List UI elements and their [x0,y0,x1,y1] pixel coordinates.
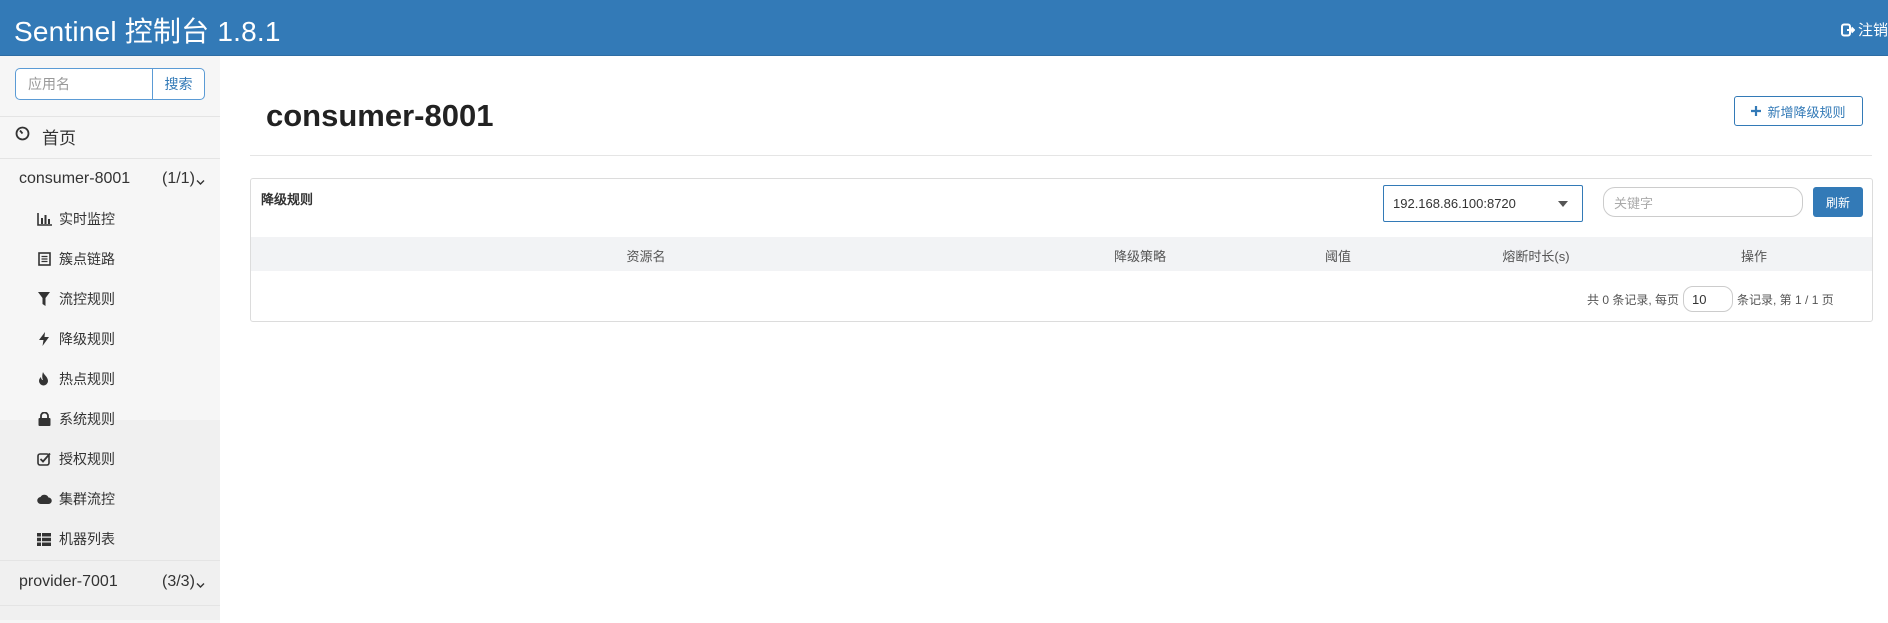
sidebar-item-cluster-flow[interactable]: 集群流控 [0,487,220,511]
sidebar-item-resource-chain[interactable]: 簇点链路 [0,247,220,271]
add-degrade-rule-button[interactable]: 新增降级规则 [1734,96,1863,126]
page-size-input[interactable]: 10 [1683,286,1734,312]
app-machine-count: (1/1) [162,170,195,187]
column-header-timewindow[interactable]: 熔断时长(s) [1502,246,1569,265]
column-header-resource[interactable]: 资源名 [626,246,665,265]
sidebar-item-hotspot-rules[interactable]: 热点规则 [0,367,220,391]
panel-title: 降级规则 [261,192,314,207]
sidebar-item-degrade-rules[interactable]: 降级规则 [0,327,220,351]
sidebar-item-auth-rules[interactable]: 授权规则 [0,447,220,471]
sidebar-item-home[interactable]: 首页 [15,125,76,148]
sidebar-item-label: 授权规则 [59,451,115,467]
keyword-search-input[interactable]: 关键字 [1603,187,1803,217]
dropdown-arrow-icon [1558,201,1568,207]
sidebar: 应用名 搜索 首页 consumer-8001 (1/1) 实时监控 簇点链路 [0,56,220,623]
column-header-strategy[interactable]: 降级策略 [1114,246,1166,265]
flash-icon [36,331,52,347]
check-icon [36,451,52,467]
filter-icon [36,291,52,307]
refresh-button[interactable]: 刷新 [1813,187,1863,217]
rules-panel: 降级规则 192.168.86.100:8720 关键字 刷新 资源名 降级策略… [250,178,1873,322]
divider [0,560,220,561]
bar-chart-icon [36,211,52,227]
app-name: consumer-8001 [19,170,131,187]
cloud-icon [36,491,52,507]
sidebar-item-label: 集群流控 [59,491,115,507]
pagination: 共 0 条记录, 每页 10 条记录, 第 1 / 1 页 [1587,286,1834,312]
pager-page-text: 条记录, 第 1 / 1 页 [1737,292,1834,307]
app-search: 应用名 搜索 [15,68,205,100]
column-header-actions: 操作 [1740,249,1768,264]
sidebar-item-label: 首页 [42,128,76,148]
sidebar-item-realtime-monitor[interactable]: 实时监控 [0,207,220,231]
sidebar-item-label: 热点规则 [59,371,115,387]
logout-label: 注销 [1857,22,1888,39]
sidebar-item-label: 实时监控 [59,211,115,227]
app-search-input[interactable]: 应用名 [15,68,152,100]
divider [0,158,220,159]
sidebar-item-label: 降级规则 [59,331,115,347]
logout-icon [1840,23,1855,37]
sidebar-item-system-rules[interactable]: 系统规则 [0,407,220,431]
pager-total-text: 共 0 条记录, 每页 [1587,292,1680,307]
brand-title[interactable]: Sentinel 控制台 1.8.1 [14,10,281,50]
chevron-down-icon [196,173,205,191]
sidebar-item-label: 系统规则 [59,411,115,427]
lock-icon [36,411,52,427]
machine-select[interactable]: 192.168.86.100:8720 [1383,185,1583,222]
add-button-label: 新增降级规则 [1767,104,1846,120]
sidebar-item-label: 簇点链路 [59,251,115,267]
page-title: consumer-8001 [266,98,494,133]
divider [0,116,220,117]
sidebar-item-flow-rules[interactable]: 流控规则 [0,287,220,311]
column-header-threshold[interactable]: 阈值 [1325,246,1351,265]
divider [0,605,220,606]
sidebar-item-label: 机器列表 [59,531,115,547]
app-machine-count: (3/3) [162,573,195,590]
plus-icon [1751,104,1762,119]
app-name: provider-7001 [19,573,118,590]
divider [250,155,1872,156]
machine-select-value: 192.168.86.100:8720 [1393,196,1516,211]
list-icon [36,251,52,267]
chevron-down-icon [196,576,205,594]
sidebar-app-provider-7001[interactable]: provider-7001 (3/3) [0,570,220,594]
th-list-icon [36,531,52,547]
top-navbar: Sentinel 控制台 1.8.1 注销 [0,0,1888,56]
dashboard-icon [15,126,30,146]
logout-link[interactable]: 注销 [1840,19,1888,40]
app-search-button[interactable]: 搜索 [152,68,205,100]
sidebar-item-label: 流控规则 [59,291,115,307]
sidebar-item-machine-list[interactable]: 机器列表 [0,527,220,551]
fire-icon [36,371,52,387]
sidebar-app-consumer-8001[interactable]: consumer-8001 (1/1) [0,167,220,191]
table-header: 资源名 降级策略 阈值 熔断时长(s) 操作 [251,237,1872,271]
